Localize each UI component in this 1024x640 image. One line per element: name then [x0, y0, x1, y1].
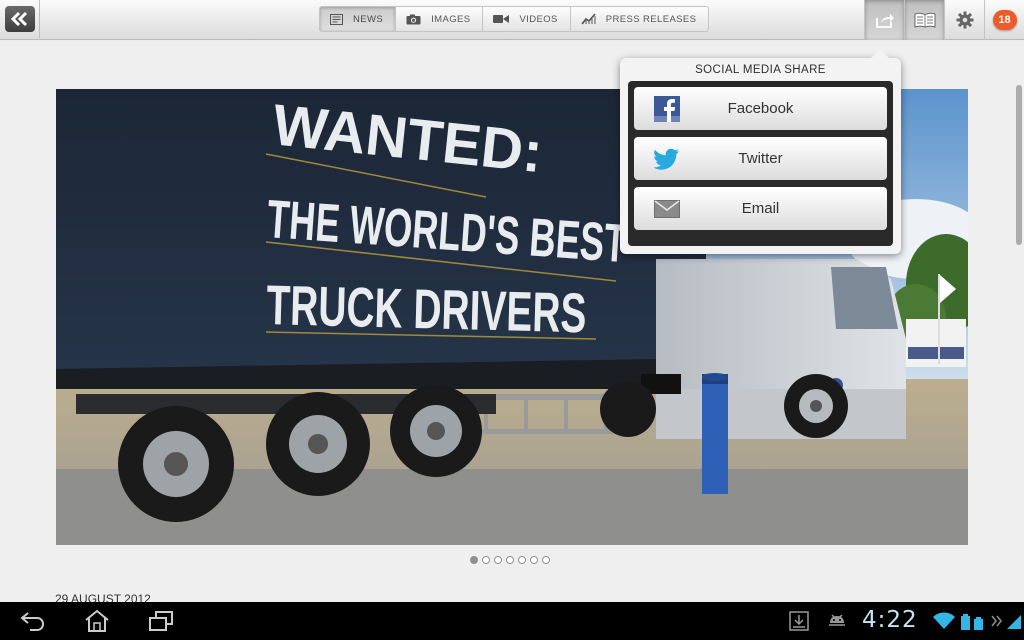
carousel-dot[interactable] — [542, 556, 550, 564]
download-notification[interactable] — [788, 608, 810, 634]
gear-icon — [956, 11, 973, 29]
signal-icon — [1007, 615, 1021, 629]
download-icon — [789, 611, 809, 631]
tab-label: PRESS RELEASES — [605, 13, 697, 25]
nav-recent-apps-button[interactable] — [148, 608, 174, 634]
double-chevron-left-icon — [4, 6, 35, 32]
carousel-dot[interactable] — [482, 556, 490, 564]
recent-apps-icon — [149, 611, 173, 631]
top-toolbar: NEWS IMAGES VIDEOS PRESS RELEASES 18 — [0, 0, 1024, 40]
scrollbar[interactable] — [1016, 85, 1022, 245]
signal-status — [1006, 608, 1022, 634]
home-icon — [85, 609, 109, 632]
nav-home-button[interactable] — [84, 608, 110, 634]
right-toolbar: 18 — [864, 0, 1024, 40]
book-icon — [914, 12, 935, 28]
carousel-indicator — [470, 556, 550, 564]
chart-icon — [581, 13, 596, 25]
share-facebook-button[interactable]: Facebook — [634, 87, 887, 130]
carousel-dot[interactable] — [506, 556, 514, 564]
tab-label: IMAGES — [431, 13, 471, 25]
chevron-double-right-icon — [991, 615, 1003, 627]
carousel-dot[interactable] — [530, 556, 538, 564]
twitter-icon — [654, 146, 680, 172]
video-camera-icon — [493, 15, 510, 23]
newspaper-icon — [330, 13, 343, 25]
share-option-label: Facebook — [727, 100, 794, 117]
usb-debug-notification[interactable] — [826, 608, 848, 634]
wifi-status — [932, 608, 956, 634]
section-tabs: NEWS IMAGES VIDEOS PRESS RELEASES — [319, 6, 710, 32]
battery-status — [960, 608, 988, 634]
carousel-dot[interactable] — [494, 556, 502, 564]
battery-icon — [961, 614, 983, 630]
share-twitter-button[interactable]: Twitter — [634, 137, 887, 180]
nav-back-button[interactable] — [20, 608, 46, 634]
tab-news[interactable]: NEWS — [319, 6, 397, 32]
share-icon — [875, 14, 894, 28]
system-navigation-bar: 4:22 — [0, 602, 1024, 640]
read-mode-button[interactable] — [904, 0, 944, 40]
android-debug-icon — [829, 614, 845, 626]
envelope-icon — [654, 196, 680, 222]
back-icon — [20, 612, 45, 631]
hero-line-3: TRUCK DRIVERS — [266, 273, 588, 344]
share-email-button[interactable]: Email — [634, 187, 887, 230]
social-share-popup: SOCIAL MEDIA SHARE Facebook Twitter Emai… — [620, 49, 901, 254]
tab-images[interactable]: IMAGES — [396, 6, 484, 32]
tab-press-releases[interactable]: PRESS RELEASES — [570, 6, 710, 32]
share-popup-title: SOCIAL MEDIA SHARE — [695, 64, 826, 76]
wifi-icon — [933, 612, 955, 629]
share-button[interactable] — [864, 0, 904, 40]
notifications-button[interactable]: 18 — [984, 0, 1024, 40]
carousel-dot[interactable] — [470, 556, 478, 564]
settings-button[interactable] — [944, 0, 984, 40]
facebook-icon — [654, 96, 680, 122]
tab-label: VIDEOS — [519, 13, 558, 25]
tab-videos[interactable]: VIDEOS — [483, 6, 571, 32]
share-options: Facebook Twitter Email — [628, 81, 893, 246]
carousel-dot[interactable] — [518, 556, 526, 564]
camera-icon — [406, 14, 421, 24]
share-option-label: Email — [741, 200, 780, 217]
back-button[interactable] — [0, 0, 40, 38]
more-status[interactable] — [990, 608, 1004, 634]
notification-badge: 18 — [992, 10, 1017, 30]
share-option-label: Twitter — [738, 150, 783, 167]
tab-label: NEWS — [353, 13, 384, 25]
status-clock[interactable]: 4:22 — [862, 607, 918, 633]
